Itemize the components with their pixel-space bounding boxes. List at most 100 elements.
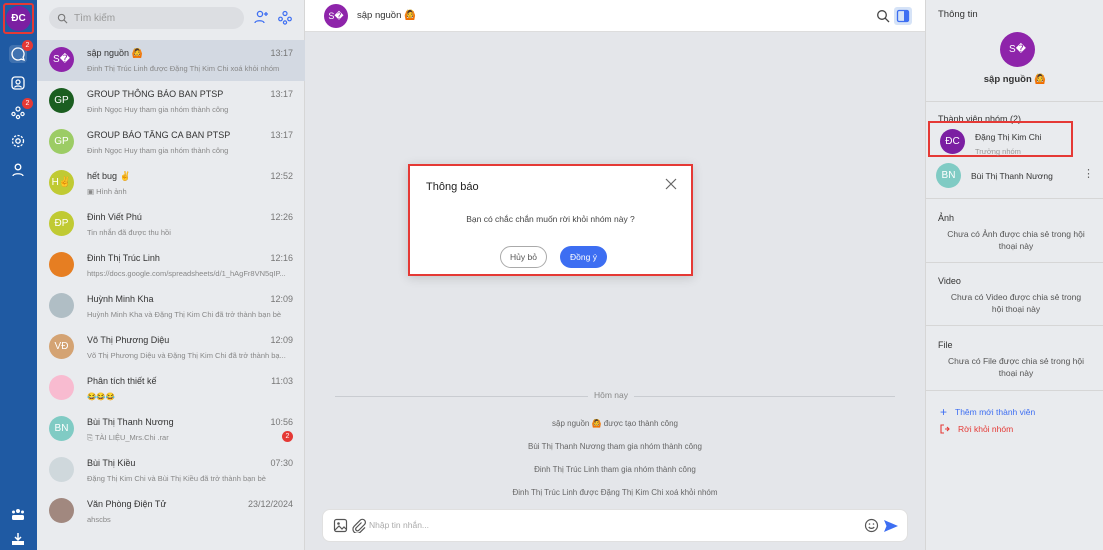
chat-header: S� sập nguồn 🙆: [305, 0, 925, 32]
search-box[interactable]: [49, 7, 244, 29]
conversation-name: Võ Thị Phương Diệu: [87, 335, 170, 345]
conversation-name: Đinh Thị Trúc Linh: [87, 253, 160, 263]
attachment-icon[interactable]: [351, 518, 367, 535]
conversation-item[interactable]: Huỳnh Minh Kha 12:09 Huỳnh Minh Kha và Đặn…: [37, 286, 305, 327]
chat-avatar: S�: [324, 4, 348, 28]
groups-badge: 2: [22, 98, 33, 109]
download-icon[interactable]: [9, 530, 27, 548]
conversation-avatar: S�: [49, 47, 74, 72]
contacts-icon[interactable]: [9, 74, 27, 92]
profile-icon[interactable]: [9, 161, 27, 179]
add-friend-icon[interactable]: [253, 9, 271, 27]
conversation-avatar: GP: [49, 129, 74, 154]
create-group-icon[interactable]: [277, 9, 295, 27]
member-row[interactable]: BN Bùi Thị Thanh Nương ⋮: [926, 157, 1103, 193]
member-row[interactable]: ĐC Đặng Thị Kim Chi Trưởng nhóm: [928, 121, 1073, 157]
conversation-preview: 😂😂😂: [87, 392, 116, 401]
close-icon[interactable]: [665, 178, 679, 192]
team-icon[interactable]: [9, 505, 27, 523]
dialog-title: Thông báo: [426, 181, 479, 193]
add-member-label: Thêm mới thành viên: [955, 407, 1036, 417]
message-input[interactable]: [369, 520, 809, 530]
emoji-icon[interactable]: [864, 518, 880, 534]
add-member-button[interactable]: + Thêm mới thành viên: [940, 405, 1035, 419]
conversation-avatar: [49, 252, 74, 277]
videos-empty-text: Chưa có Video được chia sẻ trong hội tho…: [950, 292, 1082, 314]
chat-search-icon[interactable]: [874, 7, 892, 25]
conversation-item[interactable]: Văn Phòng Điện Tử 23/12/2024 ahscbs: [37, 491, 305, 532]
my-avatar-initials: ĐC: [6, 6, 31, 31]
divider: [926, 390, 1103, 391]
send-icon[interactable]: [883, 518, 899, 534]
conversation-preview: https://docs.google.com/spreadsheets/d/1…: [87, 269, 286, 278]
conversation-name: GROUP THÔNG BÁO BAN PTSP: [87, 89, 224, 99]
cancel-button[interactable]: Hủy bỏ: [500, 246, 547, 268]
leave-group-label: Rời khỏi nhóm: [958, 424, 1014, 434]
unread-badge: 2: [282, 431, 293, 442]
conversation-item[interactable]: Bùi Thị Kiều 07:30 Đặng Thị Kim Chi và Bùi…: [37, 450, 305, 491]
conversation-item[interactable]: S� sập nguồn 🙆 13:17 Đinh Thị Trúc Linh đượ…: [37, 40, 305, 81]
image-upload-icon[interactable]: [333, 518, 349, 534]
groups-icon[interactable]: 2: [9, 98, 33, 121]
conversation-preview: Huỳnh Minh Kha và Đặng Thị Kim Chi đã tr…: [87, 310, 282, 319]
conversation-preview: Đinh Ngọc Huy tham gia nhóm thành công: [87, 146, 229, 155]
conversation-name: Bùi Thị Kiều: [87, 458, 136, 468]
confirm-dialog: Thông báo Bạn có chắc chắn muốn rời khỏi…: [408, 164, 693, 276]
conversation-time: 13:17: [270, 89, 293, 99]
conversation-item[interactable]: VĐ Võ Thị Phương Diệu 12:09 Võ Thị Phương D…: [37, 327, 305, 368]
files-section-label: File: [938, 340, 953, 350]
my-avatar[interactable]: ĐC: [3, 3, 34, 34]
photos-section-label: Ảnh: [938, 213, 955, 223]
conversation-name: Văn Phòng Điện Tử: [87, 499, 167, 509]
plus-icon: +: [940, 405, 948, 419]
conversation-preview-text: Hình ảnh: [96, 187, 127, 196]
conversation-preview: ⎘ TÀI LIỆU_Mrs.Chi .rar: [87, 433, 292, 443]
conversation-name: GROUP BÁO TĂNG CA BAN PTSP: [87, 130, 231, 140]
conversation-preview: Đặng Thị Kim Chi và Bùi Thị Kiều đã trở …: [87, 474, 266, 483]
conversation-name: Huỳnh Minh Kha: [87, 294, 154, 304]
member-more-icon[interactable]: ⋮: [1083, 167, 1094, 180]
logout-icon: [940, 424, 950, 434]
conversation-avatar: [49, 457, 74, 482]
settings-icon[interactable]: [9, 132, 27, 150]
left-rail: ĐC 2 2: [0, 0, 37, 550]
files-empty-text: Chưa có File được chia sẻ trong hội thoạ…: [947, 356, 1085, 378]
divider: [926, 198, 1103, 199]
conversation-name: Đinh Viết Phú: [87, 212, 142, 222]
conversation-avatar: [49, 293, 74, 318]
conversation-avatar: ĐP: [49, 211, 74, 236]
conversation-item[interactable]: Đinh Thị Trúc Linh 12:16 https://docs.goog…: [37, 245, 305, 286]
search-input[interactable]: [74, 12, 234, 24]
conversation-preview: Võ Thị Phương Diệu và Đặng Thị Kim Chi đ…: [87, 351, 286, 360]
conversation-item[interactable]: ĐP Đinh Viết Phú 12:26 Tin nhắn đã được thu…: [37, 204, 305, 245]
leave-group-button[interactable]: Rời khỏi nhóm: [940, 424, 1013, 434]
conversation-list: S� sập nguồn 🙆 13:17 Đinh Thị Trúc Linh đượ…: [37, 0, 305, 550]
conversation-time: 12:16: [270, 253, 293, 263]
system-message: Bùi Thị Thanh Nương tham gia nhóm thành …: [528, 442, 702, 451]
conversation-time: 07:30: [270, 458, 293, 468]
conversation-time: 13:17: [270, 130, 293, 140]
conversation-name: Bùi Thị Thanh Nương: [87, 417, 174, 427]
member-name: Đặng Thị Kim Chi: [975, 132, 1042, 142]
conversation-time: 11:03: [271, 376, 293, 386]
conversation-avatar: VĐ: [49, 334, 74, 359]
conversation-preview: ▣ Hình ảnh: [87, 187, 292, 196]
conversation-item[interactable]: GP GROUP BÁO TĂNG CA BAN PTSP 13:17 Đinh Ng…: [37, 122, 305, 163]
confirm-button[interactable]: Đồng ý: [560, 246, 607, 268]
toggle-info-panel-icon[interactable]: [894, 7, 912, 25]
conversation-item[interactable]: GP GROUP THÔNG BÁO BAN PTSP 13:17 Đinh Ngọc…: [37, 81, 305, 122]
divider: [926, 101, 1103, 102]
conversation-time: 12:26: [270, 212, 293, 222]
conversation-avatar: GP: [49, 88, 74, 113]
conversation-item[interactable]: Phân tích thiết kế 11:03 😂😂😂: [37, 368, 305, 409]
message-composer: [322, 509, 908, 542]
info-panel: Thông tin S� sập nguồn 🙆 Thành viên nhóm…: [925, 0, 1103, 550]
conversation-time: 12:09: [270, 335, 293, 345]
conversation-preview: Đinh Thị Trúc Linh được Đặng Thị Kim Chi…: [87, 64, 280, 73]
videos-section-label: Video: [938, 276, 961, 286]
messages-icon[interactable]: 2: [9, 40, 33, 63]
conversation-item[interactable]: H✌ hết bug ✌ 12:52 ▣ Hình ảnh: [37, 163, 305, 204]
conversation-item[interactable]: BN Bùi Thị Thanh Nương 10:56 ⎘ TÀI LIỆU_Mrs…: [37, 409, 305, 450]
conversation-avatar: [49, 375, 74, 400]
system-message: Đinh Thị Trúc Linh được Đặng Thị Kim Chi…: [512, 488, 718, 497]
